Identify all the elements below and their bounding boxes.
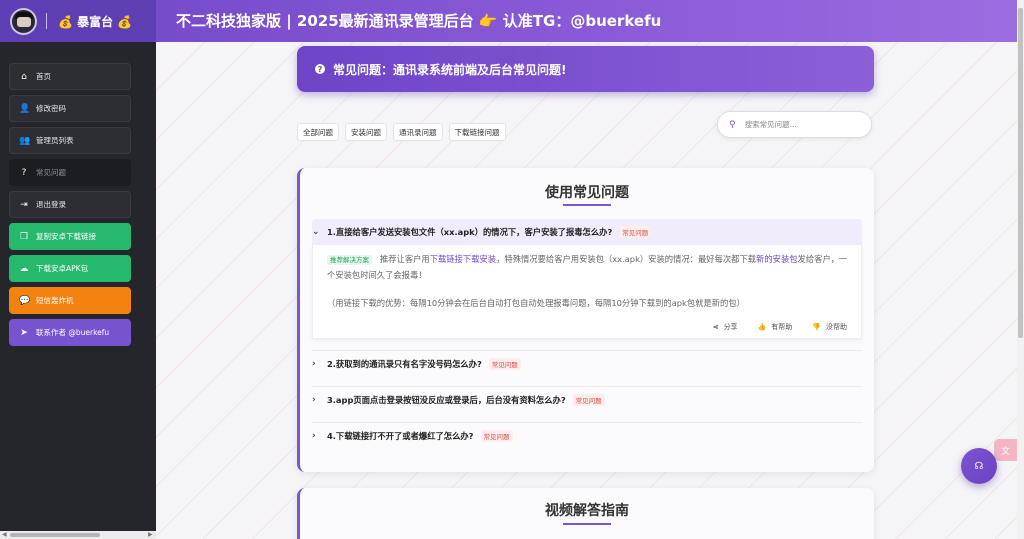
title-underline <box>563 523 611 525</box>
faq-badge: 常见问题 <box>488 357 521 370</box>
sidebar-item-label: 联系作者 @buerkefu <box>36 328 110 337</box>
home-icon: ⌂ <box>21 71 27 82</box>
answer-part: 推荐让客户用 <box>379 254 430 264</box>
new-package-link[interactable]: 新的安装包 <box>756 254 798 264</box>
search-box: ⚲ <box>717 111 872 138</box>
sidebar-item-copy-android-link[interactable]: ❐ 复制安卓下载链接 <box>9 223 131 250</box>
copy-icon: ❐ <box>19 231 29 242</box>
answer-actions: ⋖ 分享 👍 有帮助 👎 没帮助 <box>713 322 847 332</box>
question-icon: ? <box>315 64 325 74</box>
sidebar-item-label: 管理员列表 <box>36 136 74 145</box>
avatar[interactable] <box>10 8 37 35</box>
tab-install[interactable]: 安装问题 <box>345 123 387 141</box>
sidebar-item-label: 下载安卓APK包 <box>36 264 89 273</box>
brand-area: 💰 暴富台 💰 <box>0 0 156 42</box>
helpful-label: 有帮助 <box>771 323 793 331</box>
search-icon: ⚲ <box>729 119 736 130</box>
title-underline <box>563 204 611 206</box>
faq-section-usage: 使用常见问题 ⌄ 1.直接给客户发送安装包文件（xx.apk）的情况下，客户安装… <box>297 168 874 472</box>
money-bag-icon: 💰 <box>58 15 73 29</box>
faq-item-1[interactable]: ⌄ 1.直接给客户发送安装包文件（xx.apk）的情况下，客户安装了报毒怎么办?… <box>312 219 862 245</box>
chat-icon: 💬 <box>19 295 31 306</box>
sidebar-item-faq[interactable]: ? 常见问题 <box>9 159 131 186</box>
sidebar-item-contact-author[interactable]: ➤ 联系作者 @buerkefu <box>9 319 131 346</box>
main-content: ? 常见问题：通讯录系统前端及后台常见问题! 全部问题 安装问题 通讯录问题 下… <box>156 42 1017 539</box>
sidebar-item-label: 常见问题 <box>36 168 66 177</box>
customer-service-button[interactable]: ☊ <box>961 448 997 484</box>
share-button[interactable]: ⋖ 分享 <box>713 322 738 332</box>
faq-question: 2.获取到的通讯录只有名字没号码怎么办? <box>327 358 482 369</box>
top-bar: 💰 暴富台 💰 不二科技独家版 | 2025最新通讯录管理后台 👉 认准TG：@… <box>0 0 1017 42</box>
share-icon: ⋖ <box>712 323 719 331</box>
tab-contacts[interactable]: 通讯录问题 <box>393 123 443 141</box>
logout-icon: ⇥ <box>20 199 28 210</box>
divider <box>46 13 47 29</box>
sidebar-item-label: 修改密码 <box>36 104 66 113</box>
cloud-download-icon: ☁ <box>19 263 29 274</box>
user-edit-icon: 👤 <box>19 103 31 114</box>
solution-badge: 推荐解决方案 <box>327 255 372 265</box>
helpful-button[interactable]: 👍 有帮助 <box>758 322 793 332</box>
tab-download-link[interactable]: 下载链接问题 <box>448 123 506 141</box>
answer-text: 推荐解决方案 推荐让客户用下载链接下载安装，特殊情况要给客户用安装包（xx.ap… <box>327 252 849 283</box>
brand-name: 💰 暴富台 💰 <box>58 13 132 30</box>
search-input[interactable] <box>744 120 855 129</box>
faq-item-4[interactable]: › 4.下载链接打不开了或者爆红了怎么办? 常见问题 <box>312 422 862 448</box>
faq-item-3[interactable]: › 3.app页面点击登录按钮没反应或登录后，后台没有资料怎么办? 常见问题 <box>312 386 862 412</box>
chevron-right-icon: › <box>312 394 316 405</box>
scrollbar-thumb[interactable] <box>10 533 100 537</box>
sidebar-item-admin-list[interactable]: 👥 管理员列表 <box>9 127 131 154</box>
hero-text: 常见问题：通讯录系统前端及后台常见问题! <box>333 62 567 77</box>
brand-title: 暴富台 <box>77 15 114 29</box>
download-link[interactable]: 下载链接下载安装 <box>430 254 496 264</box>
sidebar-item-logout[interactable]: ⇥ 退出登录 <box>9 191 131 218</box>
scroll-left-icon[interactable]: ◀ <box>2 531 7 538</box>
question-icon: ? <box>21 167 27 178</box>
sidebar-item-download-apk[interactable]: ☁ 下载安卓APK包 <box>9 255 131 282</box>
vertical-scrollbar[interactable] <box>1017 0 1024 539</box>
sidebar-item-label: 首页 <box>36 72 51 81</box>
answer-note: （用链接下载的优势：每隔10分钟会在后台自动打包自动处理报毒问题，每隔10分钟下… <box>327 298 745 308</box>
send-icon: ➤ <box>20 327 28 338</box>
faq-badge: 常见问题 <box>619 226 652 238</box>
scrollbar-thumb[interactable] <box>1018 8 1023 338</box>
faq-question: 1.直接给客户发送安装包文件（xx.apk）的情况下，客户安装了报毒怎么办? <box>327 227 613 237</box>
page-header-title: 不二科技独家版 | 2025最新通讯录管理后台 👉 认准TG：@buerkefu <box>176 12 662 30</box>
translate-icon[interactable]: 文 <box>994 439 1017 461</box>
chevron-right-icon: › <box>312 358 316 369</box>
faq-badge: 常见问题 <box>480 429 513 442</box>
section-title: 使用常见问题 <box>545 185 629 201</box>
sidebar-item-label: 复制安卓下载链接 <box>36 232 96 241</box>
thumbs-up-icon: 👍 <box>757 323 767 331</box>
section-title: 视频解答指南 <box>545 503 629 519</box>
faq-answer: 推荐解决方案 推荐让客户用下载链接下载安装，特殊情况要给客户用安装包（xx.ap… <box>312 245 862 339</box>
sidebar: ⌂ 首页 👤 修改密码 👥 管理员列表 ? 常见问题 ⇥ 退出登录 ❐ 复制安卓… <box>0 42 156 539</box>
faq-item-2[interactable]: › 2.获取到的通讯录只有名字没号码怎么办? 常见问题 <box>312 350 862 376</box>
money-bag-icon: 💰 <box>117 15 133 29</box>
sidebar-item-sms[interactable]: 💬 短信轰炸机 <box>9 287 131 314</box>
faq-section-video: 视频解答指南 <box>297 488 874 539</box>
answer-part: ，特殊情况要给客户用安装包（xx.apk）安装的情况：最好每次都下载 <box>496 254 757 264</box>
not-helpful-label: 没帮助 <box>826 323 847 331</box>
tab-all[interactable]: 全部问题 <box>297 123 339 141</box>
scroll-right-icon[interactable]: ▶ <box>148 531 153 538</box>
faq-question: 3.app页面点击登录按钮没反应或登录后，后台没有资料怎么办? <box>327 394 566 405</box>
faq-badge: 常见问题 <box>572 393 605 406</box>
faq-question: 4.下载链接打不开了或者爆红了怎么办? <box>327 430 474 441</box>
sidebar-item-change-password[interactable]: 👤 修改密码 <box>9 95 131 122</box>
not-helpful-button[interactable]: 👎 没帮助 <box>812 322 847 332</box>
horizontal-scrollbar[interactable]: ◀ ▶ <box>0 531 156 539</box>
thumbs-down-icon: 👎 <box>812 323 821 331</box>
users-icon: 👥 <box>19 135 31 146</box>
sidebar-item-label: 短信轰炸机 <box>36 296 74 305</box>
faq-hero-banner: ? 常见问题：通讯录系统前端及后台常见问题! <box>297 46 874 92</box>
sidebar-item-home[interactable]: ⌂ 首页 <box>9 63 131 90</box>
sidebar-item-label: 退出登录 <box>36 200 66 209</box>
filter-tabs: 全部问题 安装问题 通讯录问题 下载链接问题 <box>297 123 506 141</box>
headset-icon: ☊ <box>974 460 984 472</box>
chevron-down-icon: ⌄ <box>312 227 320 237</box>
share-label: 分享 <box>723 323 738 331</box>
chevron-right-icon: › <box>312 430 316 441</box>
avatar-face <box>17 17 31 27</box>
